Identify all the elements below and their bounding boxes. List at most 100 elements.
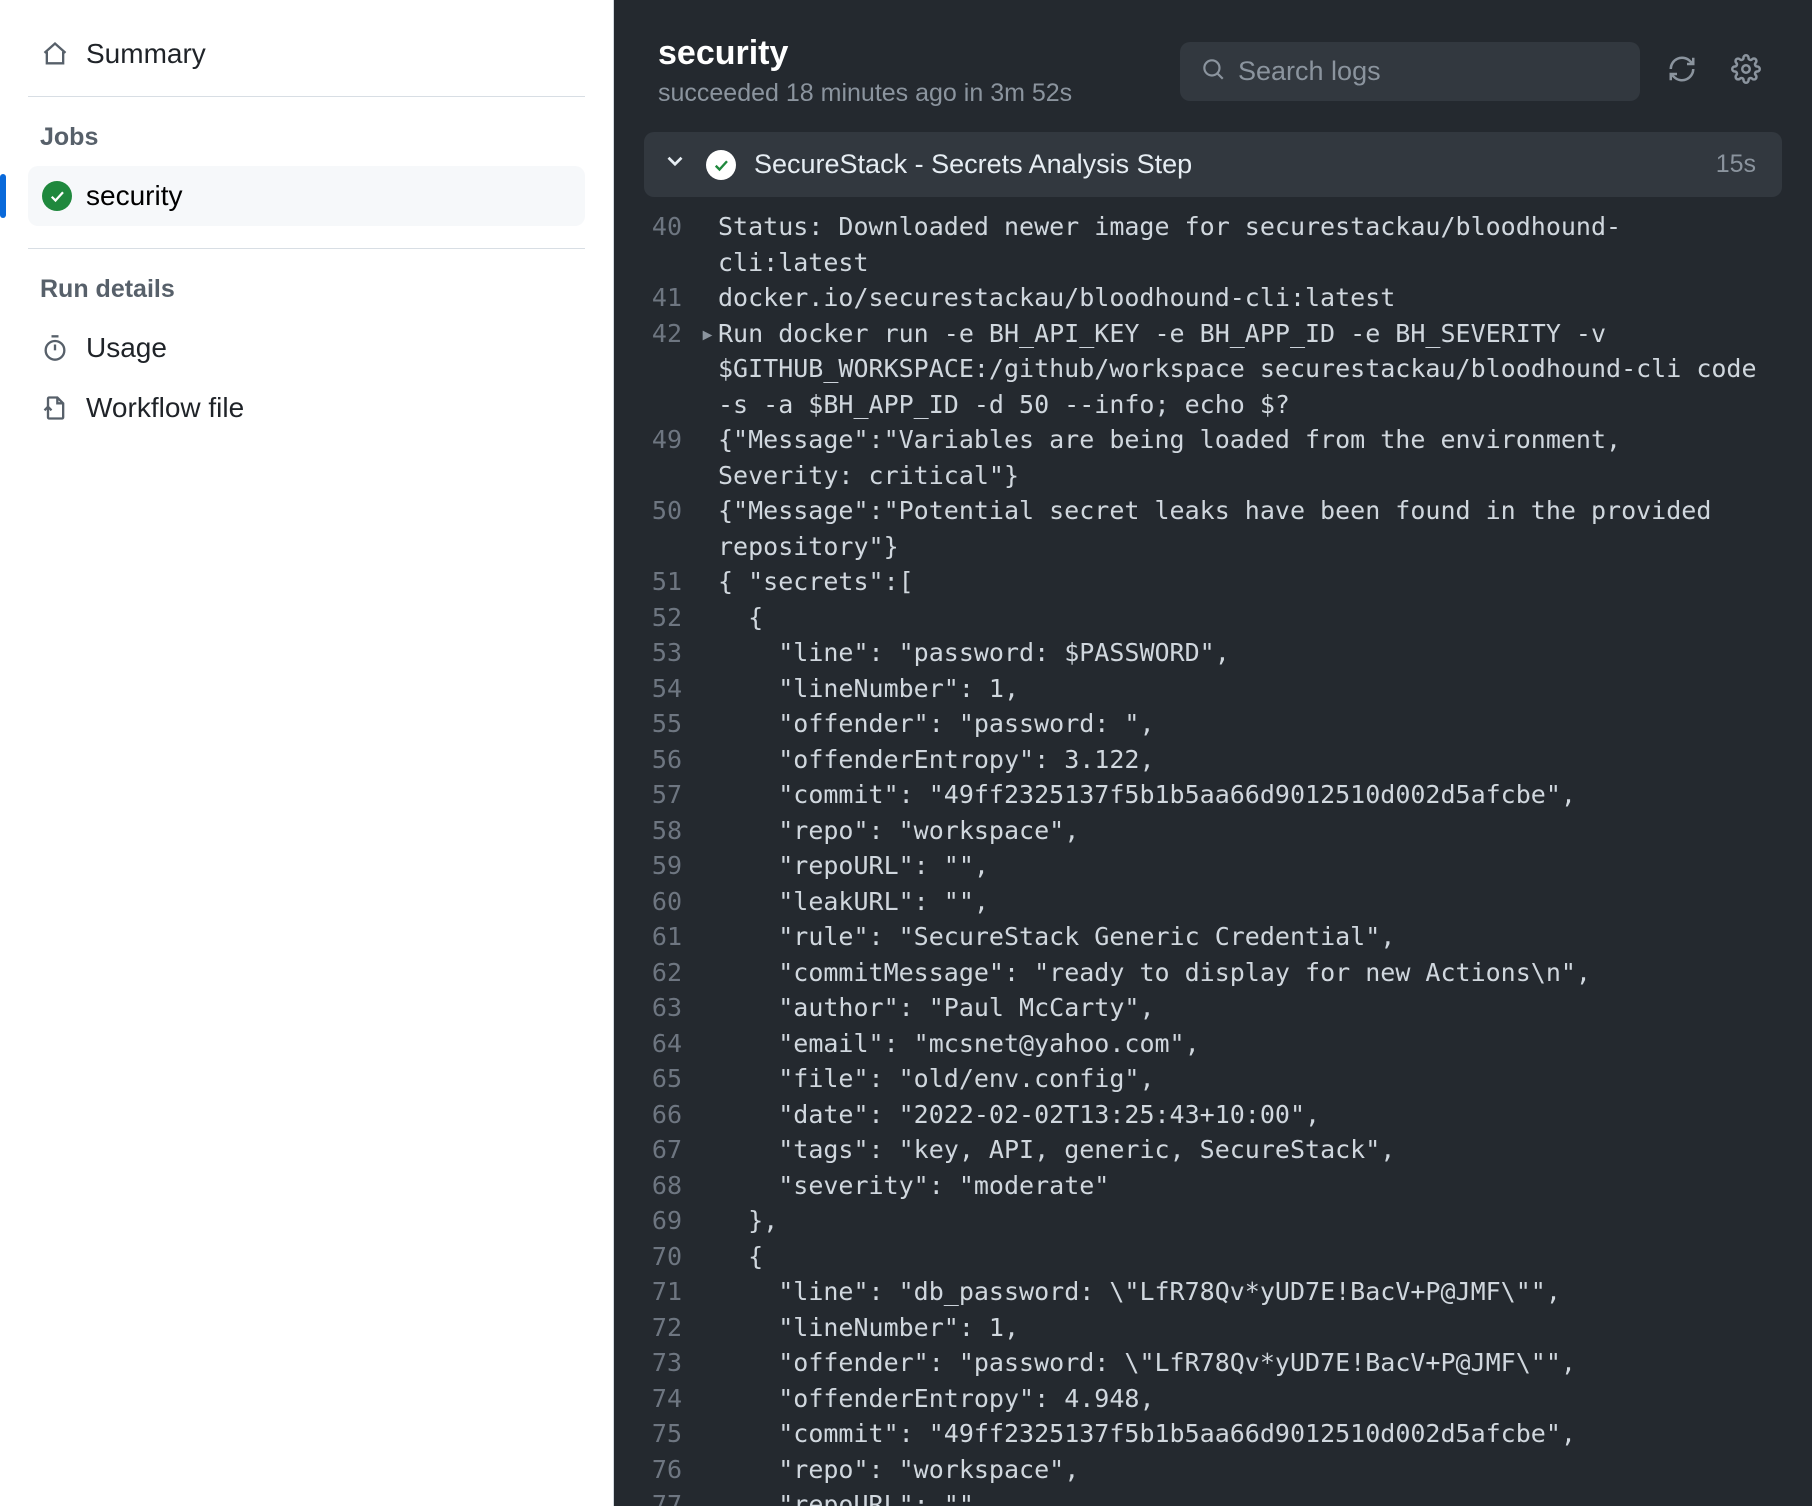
log-line-number: 59 bbox=[614, 848, 700, 884]
log-line-text: "line": "password: $PASSWORD", bbox=[718, 635, 1782, 671]
home-icon bbox=[40, 39, 70, 69]
log-line-number: 61 bbox=[614, 919, 700, 955]
log-line-number: 64 bbox=[614, 1026, 700, 1062]
log-line-text: { bbox=[718, 600, 1782, 636]
check-circle-icon bbox=[706, 150, 736, 180]
log-line: 58 "repo": "workspace", bbox=[614, 813, 1812, 849]
file-symlink-icon bbox=[40, 393, 70, 423]
log-line-number: 67 bbox=[614, 1132, 700, 1168]
sidebar-usage[interactable]: Usage bbox=[28, 318, 585, 378]
log-line-text: "lineNumber": 1, bbox=[718, 1310, 1782, 1346]
log-line: 42▸Run docker run -e BH_API_KEY -e BH_AP… bbox=[614, 316, 1812, 423]
sidebar-job-security[interactable]: security bbox=[28, 166, 585, 226]
log-line: 60 "leakURL": "", bbox=[614, 884, 1812, 920]
log-line-number: 50 bbox=[614, 493, 700, 529]
log-line-text: "file": "old/env.config", bbox=[718, 1061, 1782, 1097]
log-line-number: 62 bbox=[614, 955, 700, 991]
log-line-text: "offenderEntropy": 3.122, bbox=[718, 742, 1782, 778]
log-line-number: 40 bbox=[614, 209, 700, 245]
step-title: SecureStack - Secrets Analysis Step bbox=[754, 149, 1698, 180]
log-line-text: "leakURL": "", bbox=[718, 884, 1782, 920]
log-line-number: 73 bbox=[614, 1345, 700, 1381]
log-line: 71 "line": "db_password: \"LfR78Qv*yUD7E… bbox=[614, 1274, 1812, 1310]
log-line-number: 49 bbox=[614, 422, 700, 458]
log-line-number: 72 bbox=[614, 1310, 700, 1346]
log-line-number: 60 bbox=[614, 884, 700, 920]
log-line-number: 54 bbox=[614, 671, 700, 707]
log-line-text: "repoURL": "", bbox=[718, 848, 1782, 884]
divider bbox=[28, 248, 585, 249]
log-line: 66 "date": "2022-02-02T13:25:43+10:00", bbox=[614, 1097, 1812, 1133]
log-line: 73 "offender": "password: \"LfR78Qv*yUD7… bbox=[614, 1345, 1812, 1381]
sidebar-summary[interactable]: Summary bbox=[28, 24, 585, 84]
log-line: 54 "lineNumber": 1, bbox=[614, 671, 1812, 707]
log-line: 50{"Message":"Potential secret leaks hav… bbox=[614, 493, 1812, 564]
stopwatch-icon bbox=[40, 333, 70, 363]
sidebar-workflow-file[interactable]: Workflow file bbox=[28, 378, 585, 438]
log-header: security succeeded 18 minutes ago in 3m … bbox=[614, 0, 1812, 132]
log-line-text: { bbox=[718, 1239, 1782, 1275]
log-line-number: 63 bbox=[614, 990, 700, 1026]
search-logs-input[interactable] bbox=[1238, 56, 1620, 87]
step-header[interactable]: SecureStack - Secrets Analysis Step 15s bbox=[644, 132, 1782, 197]
log-line: 52 { bbox=[614, 600, 1812, 636]
log-line-text: {"Message":"Variables are being loaded f… bbox=[718, 422, 1782, 493]
log-output[interactable]: 40Status: Downloaded newer image for sec… bbox=[614, 197, 1812, 1506]
log-panel: security succeeded 18 minutes ago in 3m … bbox=[614, 0, 1812, 1506]
sidebar: Summary Jobs security Run details Usage … bbox=[0, 0, 614, 1506]
log-line-number: 71 bbox=[614, 1274, 700, 1310]
caret-right-icon: ▸ bbox=[700, 316, 718, 352]
log-line-text: }, bbox=[718, 1203, 1782, 1239]
log-line-number: 77 bbox=[614, 1487, 700, 1506]
jobs-heading: Jobs bbox=[28, 123, 585, 166]
sidebar-usage-label: Usage bbox=[86, 332, 167, 364]
log-line: 68 "severity": "moderate" bbox=[614, 1168, 1812, 1204]
log-line-number: 53 bbox=[614, 635, 700, 671]
log-line-text: "offenderEntropy": 4.948, bbox=[718, 1381, 1782, 1417]
log-line-number: 41 bbox=[614, 280, 700, 316]
settings-button[interactable] bbox=[1724, 49, 1768, 93]
log-line-text: Run docker run -e BH_API_KEY -e BH_APP_I… bbox=[718, 316, 1782, 423]
refresh-button[interactable] bbox=[1660, 49, 1704, 93]
log-line: 65 "file": "old/env.config", bbox=[614, 1061, 1812, 1097]
log-line-text: "lineNumber": 1, bbox=[718, 671, 1782, 707]
log-line-text: docker.io/securestackau/bloodhound-cli:l… bbox=[718, 280, 1782, 316]
step-duration: 15s bbox=[1716, 150, 1756, 179]
log-line-text: "line": "db_password: \"LfR78Qv*yUD7E!Ba… bbox=[718, 1274, 1782, 1310]
sidebar-workflow-file-label: Workflow file bbox=[86, 392, 244, 424]
divider bbox=[28, 96, 585, 97]
log-line: 75 "commit": "49ff2325137f5b1b5aa66d9012… bbox=[614, 1416, 1812, 1452]
log-line: 57 "commit": "49ff2325137f5b1b5aa66d9012… bbox=[614, 777, 1812, 813]
log-line: 53 "line": "password: $PASSWORD", bbox=[614, 635, 1812, 671]
log-line-number: 68 bbox=[614, 1168, 700, 1204]
log-line-text: "author": "Paul McCarty", bbox=[718, 990, 1782, 1026]
log-line: 61 "rule": "SecureStack Generic Credenti… bbox=[614, 919, 1812, 955]
log-line-text: { "secrets":[ bbox=[718, 564, 1782, 600]
log-line: 49 {"Message":"Variables are being loaded… bbox=[614, 422, 1812, 493]
log-line-text: "rule": "SecureStack Generic Credential"… bbox=[718, 919, 1782, 955]
log-line: 63 "author": "Paul McCarty", bbox=[614, 990, 1812, 1026]
log-line-number: 51 bbox=[614, 564, 700, 600]
log-line-number: 75 bbox=[614, 1416, 700, 1452]
refresh-icon bbox=[1667, 54, 1697, 89]
sidebar-job-label: security bbox=[86, 180, 182, 212]
search-logs[interactable] bbox=[1180, 42, 1640, 101]
log-line-number: 55 bbox=[614, 706, 700, 742]
sidebar-summary-label: Summary bbox=[86, 38, 206, 70]
log-line: 69 }, bbox=[614, 1203, 1812, 1239]
gear-icon bbox=[1731, 54, 1761, 89]
log-line-number: 42 bbox=[614, 316, 700, 352]
log-line-number: 57 bbox=[614, 777, 700, 813]
log-line: 59 "repoURL": "", bbox=[614, 848, 1812, 884]
log-line-text: "email": "mcsnet@yahoo.com", bbox=[718, 1026, 1782, 1062]
check-circle-icon bbox=[42, 181, 72, 211]
log-line: 77 "repoURL": "" bbox=[614, 1487, 1812, 1506]
log-line-text: "date": "2022-02-02T13:25:43+10:00", bbox=[718, 1097, 1782, 1133]
log-line-text: "commit": "49ff2325137f5b1b5aa66d9012510… bbox=[718, 1416, 1782, 1452]
log-line: 62 "commitMessage": "ready to display fo… bbox=[614, 955, 1812, 991]
log-line-text: "offender": "password: \"LfR78Qv*yUD7E!B… bbox=[718, 1345, 1782, 1381]
log-line: 67 "tags": "key, API, generic, SecureSta… bbox=[614, 1132, 1812, 1168]
log-line-text: "tags": "key, API, generic, SecureStack"… bbox=[718, 1132, 1782, 1168]
log-line-number: 66 bbox=[614, 1097, 700, 1133]
chevron-down-icon bbox=[662, 148, 688, 181]
